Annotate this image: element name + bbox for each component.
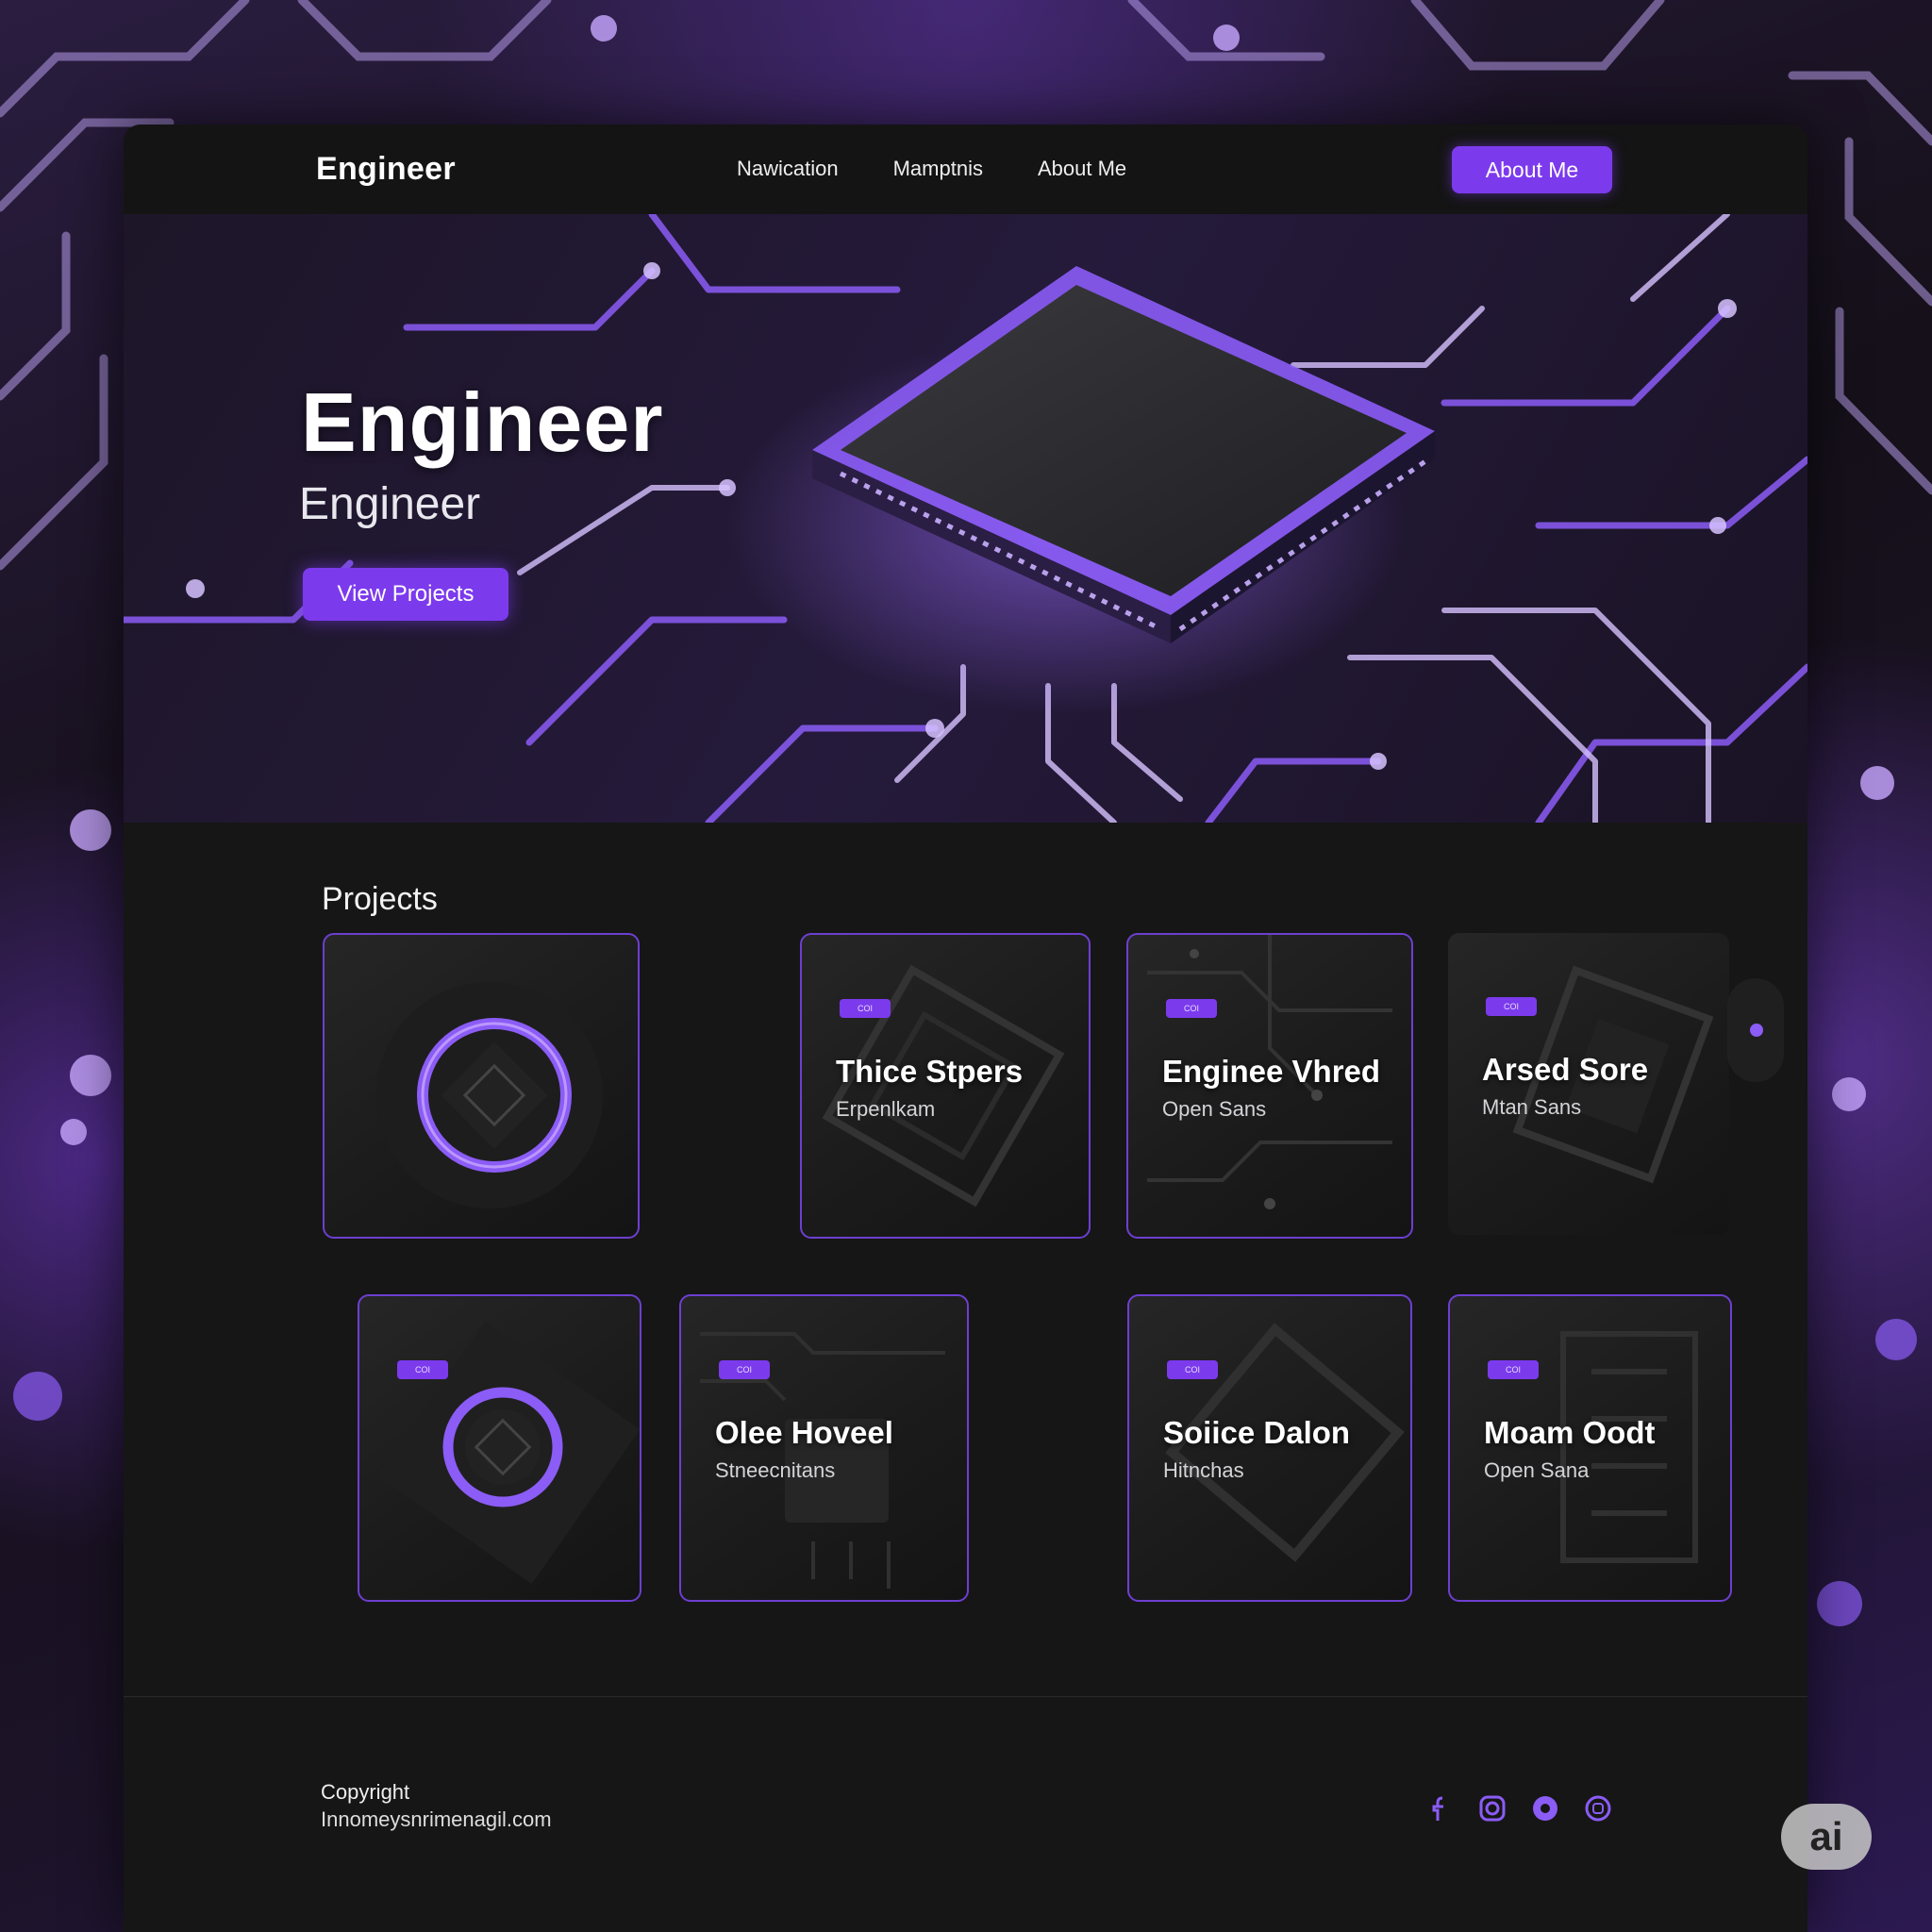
project-card-3[interactable]: COI Enginee Vhred Open Sans [1126, 933, 1413, 1239]
social-links [1425, 1794, 1612, 1823]
brand-logo[interactable]: Engineer [316, 151, 456, 188]
site-header: Engineer Nawication Mamptnis About Me Ab… [124, 125, 1807, 215]
project-card-8[interactable]: COI Moam Oodt Open Sana [1448, 1294, 1732, 1602]
footer-divider [124, 1696, 1807, 1697]
card-title: Enginee Vhred [1162, 1054, 1381, 1089]
card-subtitle: Open Sana [1484, 1458, 1590, 1482]
card-tag: COI [719, 1360, 770, 1379]
nav-link-about-me[interactable]: About Me [1038, 157, 1126, 181]
hero-banner: Engineer Engineer View Projects [124, 214, 1807, 823]
card-subtitle: Open Sans [1162, 1097, 1267, 1121]
card-tag: COI [1488, 1360, 1539, 1379]
card-subtitle: Hitnchas [1163, 1458, 1244, 1482]
carousel-next-dot[interactable] [1727, 978, 1784, 1082]
card-subtitle: Erpenlkam [836, 1097, 936, 1121]
card-tag: COI [840, 999, 891, 1018]
website-frame: Engineer Nawication Mamptnis About Me Ab… [124, 125, 1807, 1932]
project-card-4[interactable]: COI Arsed Sore Mtan Sans [1448, 933, 1729, 1235]
hero-title: Engineer [301, 375, 664, 469]
nav-link-nawication[interactable]: Nawication [737, 157, 839, 181]
card-subtitle: Stneecnitans [715, 1458, 836, 1482]
card-tag: COI [397, 1360, 448, 1379]
circle-icon[interactable] [1531, 1794, 1559, 1823]
main-nav: Nawication Mamptnis About Me [737, 157, 1126, 181]
project-card-5[interactable]: COI [358, 1294, 641, 1602]
ring-chip-image [376, 1321, 640, 1585]
card-title: Moam Oodt [1484, 1415, 1656, 1450]
projects-heading: Projects [322, 881, 438, 917]
facebook-icon[interactable] [1425, 1794, 1454, 1823]
card-tag: COI [1166, 999, 1217, 1018]
project-card-6[interactable]: COI Olee Hoveel Stneecnitans [679, 1294, 969, 1602]
card-title: Soiice Dalon [1163, 1415, 1351, 1450]
view-projects-button[interactable]: View Projects [303, 568, 508, 621]
card-tag: COI [1167, 1360, 1218, 1379]
copyright-text: Copyright [321, 1780, 410, 1804]
card-subtitle: Mtan Sans [1482, 1095, 1582, 1119]
about-me-button[interactable]: About Me [1452, 146, 1612, 193]
nav-link-mamptnis[interactable]: Mamptnis [893, 157, 983, 181]
project-card-1[interactable] [323, 933, 640, 1239]
ring-chip-image [376, 982, 603, 1208]
project-card-2[interactable]: COI Thice Stpers Erpenlkam [800, 933, 1091, 1239]
hero-subtitle: Engineer [299, 479, 481, 529]
card-title: Arsed Sore [1482, 1052, 1649, 1087]
project-card-7[interactable]: COI Soiice Dalon Hitnchas [1127, 1294, 1412, 1602]
ai-badge: ai [1781, 1804, 1872, 1870]
card-title: Thice Stpers [836, 1054, 1024, 1089]
card-title: Olee Hoveel [715, 1415, 893, 1450]
contact-email[interactable]: Innomeysnrimenagil.com [321, 1807, 552, 1832]
card-tag: COI [1486, 997, 1537, 1016]
dot-icon [1750, 1024, 1763, 1037]
camera-icon[interactable] [1584, 1794, 1612, 1823]
instagram-icon[interactable] [1478, 1794, 1507, 1823]
